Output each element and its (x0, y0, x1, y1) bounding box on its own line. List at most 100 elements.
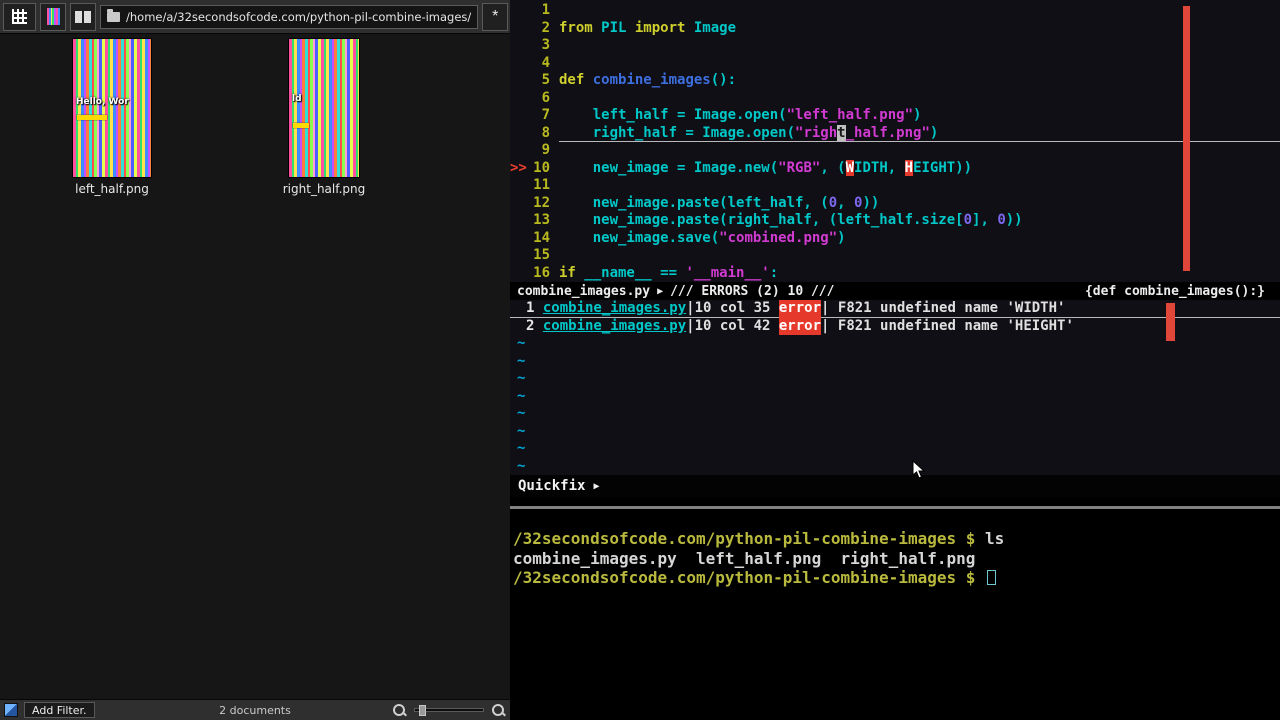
scroll-indicator[interactable] (1166, 303, 1175, 341)
line-number: 5 (541, 72, 550, 88)
thumbnail-image: Hello, Wor (72, 38, 152, 178)
code-line[interactable]: 14 new_image.save("combined.png") (510, 230, 1280, 248)
terminal-prompt-line[interactable]: /32secondsofcode.com/python-pil-combine-… (513, 568, 1280, 588)
quickfix-message: | F821 undefined name 'HEIGHT' (821, 317, 1074, 334)
code-line[interactable]: 7 left_half = Image.open("left_half.png"… (510, 107, 1280, 125)
app-thumbnail-icon (46, 8, 60, 25)
tilde-column: ~ ~ ~ ~ ~ ~ ~ ~ (510, 335, 1280, 475)
code-text: new_image.paste(left_half, (0, 0)) (559, 194, 880, 211)
sign-column (510, 20, 527, 38)
add-filter-button[interactable]: Add Filter. (24, 702, 95, 718)
sign-column (510, 90, 527, 108)
code-line[interactable]: 12 new_image.paste(left_half, (0, 0)) (510, 195, 1280, 213)
terminal-output: combine_images.py left_half.png right_ha… (513, 548, 976, 568)
dual-pane-button[interactable] (70, 2, 96, 31)
line-number: 12 (533, 194, 550, 211)
thumbnail-overlay-accent (293, 123, 309, 128)
code-line[interactable]: 1 (510, 2, 1280, 20)
code-line[interactable]: 6 (510, 90, 1280, 108)
zoom-out-icon[interactable] (392, 703, 407, 718)
mouse-cursor (912, 460, 926, 479)
thumbnail-overlay-accent (77, 115, 107, 120)
quickfix-list: 1 combine_images.py |10 col 35 error | F82… (510, 300, 1280, 335)
statusline-arrow-icon: ▶ (657, 285, 664, 297)
code-text: if __name__ == '__main__': (559, 264, 779, 281)
terminal-prompt: /32secondsofcode.com/python-pil-combine-… (513, 529, 986, 548)
grid-icon (12, 9, 27, 24)
sign-column (510, 247, 527, 265)
quickfix-filename: combine_images.py (542, 317, 687, 334)
code-line[interactable]: >> 10 new_image = Image.new("RGB", (WIDTH… (510, 159, 1280, 178)
line-number: 16 (533, 264, 550, 281)
code-text: left_half = Image.open("left_half.png") (559, 107, 922, 123)
empty-line-tilde: ~ (517, 405, 526, 421)
path-bar[interactable]: /home/a/32secondsofcode.com/python-pil-c… (100, 4, 479, 29)
code-line[interactable]: 11 (510, 177, 1280, 195)
line-number: 6 (541, 89, 550, 106)
file-item-left-half[interactable]: Hello, Wor left_half.png (72, 38, 152, 196)
empty-line-tilde: ~ (517, 370, 526, 386)
line-number: 1 (541, 2, 550, 18)
code-line[interactable]: 5 def combine_images(): (510, 72, 1280, 90)
menu-grid-button[interactable] (3, 2, 36, 31)
sign-column (510, 195, 527, 213)
desktop: /home/a/32secondsofcode.com/python-pil-c… (0, 0, 1280, 720)
quickfix-statusline: Quickfix ▶ (510, 475, 1280, 497)
vim-editor[interactable]: 1 2 from PIL import Image 3 4 5 def combine_im… (510, 0, 1280, 497)
sign-column (510, 177, 527, 195)
empty-line-tilde: ~ (517, 387, 526, 404)
quickfix-item[interactable]: 1 combine_images.py |10 col 35 error | F82… (510, 300, 1280, 318)
code-text: from PIL import Image (559, 19, 737, 36)
dual-pane-icon (75, 10, 91, 23)
line-number: 15 (533, 247, 550, 263)
statusline-errors: /// ERRORS (2) 10 /// (670, 283, 835, 299)
code-lines: 1 2 from PIL import Image 3 4 5 def combine_im… (510, 0, 1280, 282)
quickfix-filename: combine_images.py (542, 300, 687, 316)
pane-separator[interactable] (510, 506, 1280, 509)
thumbnail-image: ld (288, 38, 360, 178)
code-line[interactable]: 4 (510, 55, 1280, 73)
code-line[interactable]: 2 from PIL import Image (510, 20, 1280, 38)
empty-line-tilde: ~ (517, 335, 526, 351)
bookmark-button[interactable]: * (482, 2, 509, 31)
error-sign-icon: >> (510, 159, 527, 176)
scroll-indicator[interactable] (1183, 6, 1190, 271)
zoom-slider[interactable] (414, 705, 484, 716)
code-line[interactable]: 3 (510, 37, 1280, 55)
code-text: new_image = Image.new("RGB", (WIDTH, HEI… (559, 159, 973, 176)
line-number: 3 (541, 37, 550, 53)
code-line[interactable]: 15 (510, 247, 1280, 265)
code-line[interactable]: 13 new_image.paste(right_half, (left_hal… (510, 212, 1280, 230)
file-name: right_half.png (282, 182, 366, 196)
quickfix-label: Quickfix (518, 478, 586, 494)
zoom-slider-handle[interactable] (419, 705, 426, 716)
quickfix-message: | F821 undefined name 'WIDTH' (821, 300, 1066, 316)
statusline-context: {def combine_images():} (1084, 283, 1265, 299)
folder-icon (107, 8, 120, 22)
sign-column (510, 107, 527, 125)
quickfix-arrow-icon: ▶ (593, 480, 600, 492)
thumbnail-overlay-text: Hello, Wor (76, 97, 129, 107)
app-thumbnail-button[interactable] (40, 2, 66, 31)
thumbnail-overlay-text: ld (292, 94, 302, 104)
quickfix-item[interactable]: 2 combine_images.py |10 col 42 error | F82… (510, 317, 1280, 335)
terminal-cursor (987, 570, 997, 585)
sign-column (510, 55, 527, 73)
terminal-prompt: /32secondsofcode.com/python-pil-combine-… (513, 568, 986, 587)
path-text: /home/a/32secondsofcode.com/python-pil-c… (126, 9, 472, 24)
line-number: 2 (541, 19, 550, 36)
code-line[interactable]: 8 right_half = Image.open("right_half.pn… (510, 124, 1280, 142)
terminal[interactable]: /32secondsofcode.com/python-pil-combine-… (510, 527, 1280, 720)
file-item-right-half[interactable]: ld right_half.png (283, 38, 365, 196)
code-line[interactable]: 9 (510, 142, 1280, 160)
zoom-in-icon[interactable] (491, 703, 506, 718)
code-line[interactable]: 16 if __name__ == '__main__': (510, 265, 1280, 283)
sign-column (510, 72, 527, 90)
sign-column (510, 265, 527, 283)
